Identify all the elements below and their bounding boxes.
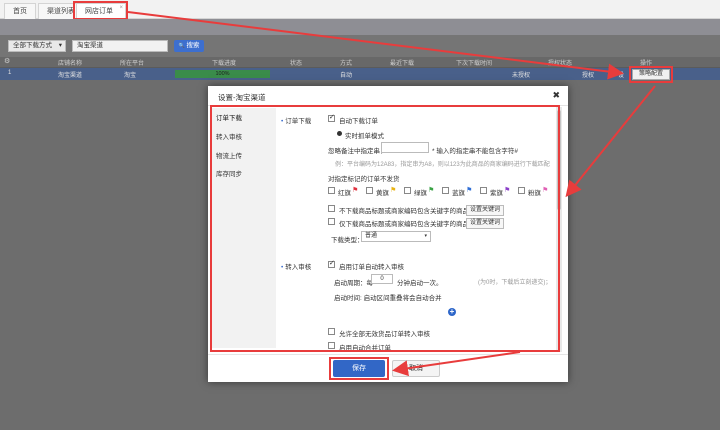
gear-icon[interactable]: ⚙ bbox=[4, 57, 10, 65]
row-platform: 淘宝 bbox=[124, 73, 137, 79]
header-band bbox=[0, 19, 720, 35]
dialog-header: 设置-淘宝渠道 ✖ bbox=[208, 86, 568, 106]
annotation-box-tab bbox=[73, 1, 128, 20]
col-mode: 方式 bbox=[340, 61, 353, 67]
table-row[interactable]: 1 淘宝渠道 淘宝 自动 未授权 授权 设 bbox=[0, 68, 720, 80]
tab-home[interactable]: 首页 bbox=[4, 3, 36, 19]
grid-header: ⚙ 店铺名称 所在平台 下载进度 状态 方式 最近下载 下次下载时间 授权状态 … bbox=[0, 57, 720, 68]
search-icon: 🔍 bbox=[178, 43, 185, 49]
download-mode-select[interactable]: 全部下载方式 ▾ bbox=[8, 40, 66, 52]
row-auth-status: 未授权 bbox=[512, 73, 531, 79]
row-mode: 自动 bbox=[340, 73, 353, 79]
chevron-down-icon: ▾ bbox=[58, 42, 62, 49]
cancel-button[interactable]: 取消 bbox=[392, 360, 440, 377]
row-shop-name: 淘宝渠道 bbox=[58, 73, 83, 79]
col-platform: 所在平台 bbox=[120, 61, 145, 67]
arrow-strategy-to-dialog bbox=[565, 85, 656, 198]
tab-channel-list-label: 渠道列表 bbox=[47, 8, 75, 15]
dialog-title: 设置-淘宝渠道 bbox=[218, 93, 266, 102]
col-auth-status: 授权状态 bbox=[548, 61, 573, 67]
col-status: 状态 bbox=[290, 61, 303, 67]
channel-input[interactable]: 淘宝渠道 bbox=[72, 40, 168, 52]
authorize-link[interactable]: 授权 bbox=[582, 70, 594, 79]
download-mode-value: 全部下载方式 bbox=[13, 42, 52, 49]
settings-link[interactable]: 设 bbox=[618, 70, 624, 79]
channel-input-value: 淘宝渠道 bbox=[77, 42, 103, 49]
annotation-box-strategy bbox=[629, 66, 673, 83]
annotation-box-save bbox=[329, 357, 389, 380]
search-button-label: 搜索 bbox=[186, 42, 200, 49]
close-icon[interactable]: ✖ bbox=[552, 90, 560, 101]
annotation-box-content bbox=[210, 105, 560, 352]
col-last-download: 最近下载 bbox=[390, 61, 415, 67]
tab-home-label: 首页 bbox=[13, 8, 27, 15]
col-next-download: 下次下载时间 bbox=[456, 61, 493, 67]
col-progress: 下载进度 bbox=[212, 61, 237, 67]
col-shop-name: 店铺名称 bbox=[58, 61, 83, 67]
row-index: 1 bbox=[8, 70, 12, 76]
search-button[interactable]: 🔍 搜索 bbox=[174, 40, 204, 52]
progress-label: 100% bbox=[215, 71, 230, 77]
